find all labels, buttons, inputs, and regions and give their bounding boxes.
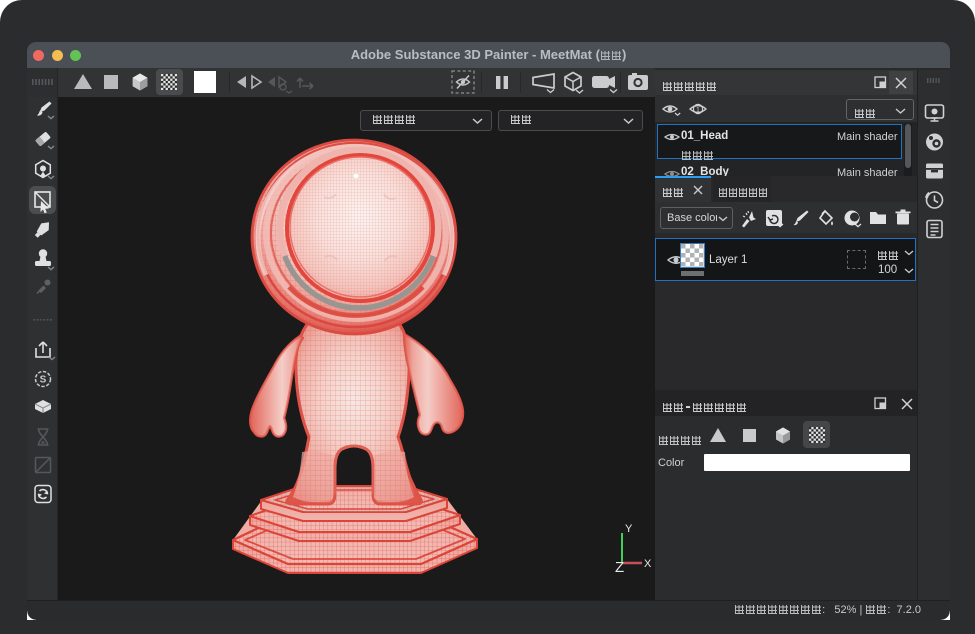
- svg-text:Y: Y: [625, 523, 633, 535]
- svg-text:S: S: [40, 375, 47, 386]
- svg-text:X: X: [644, 558, 652, 570]
- svg-text:1: 1: [696, 107, 700, 114]
- svg-text:Z: Z: [615, 559, 624, 572]
